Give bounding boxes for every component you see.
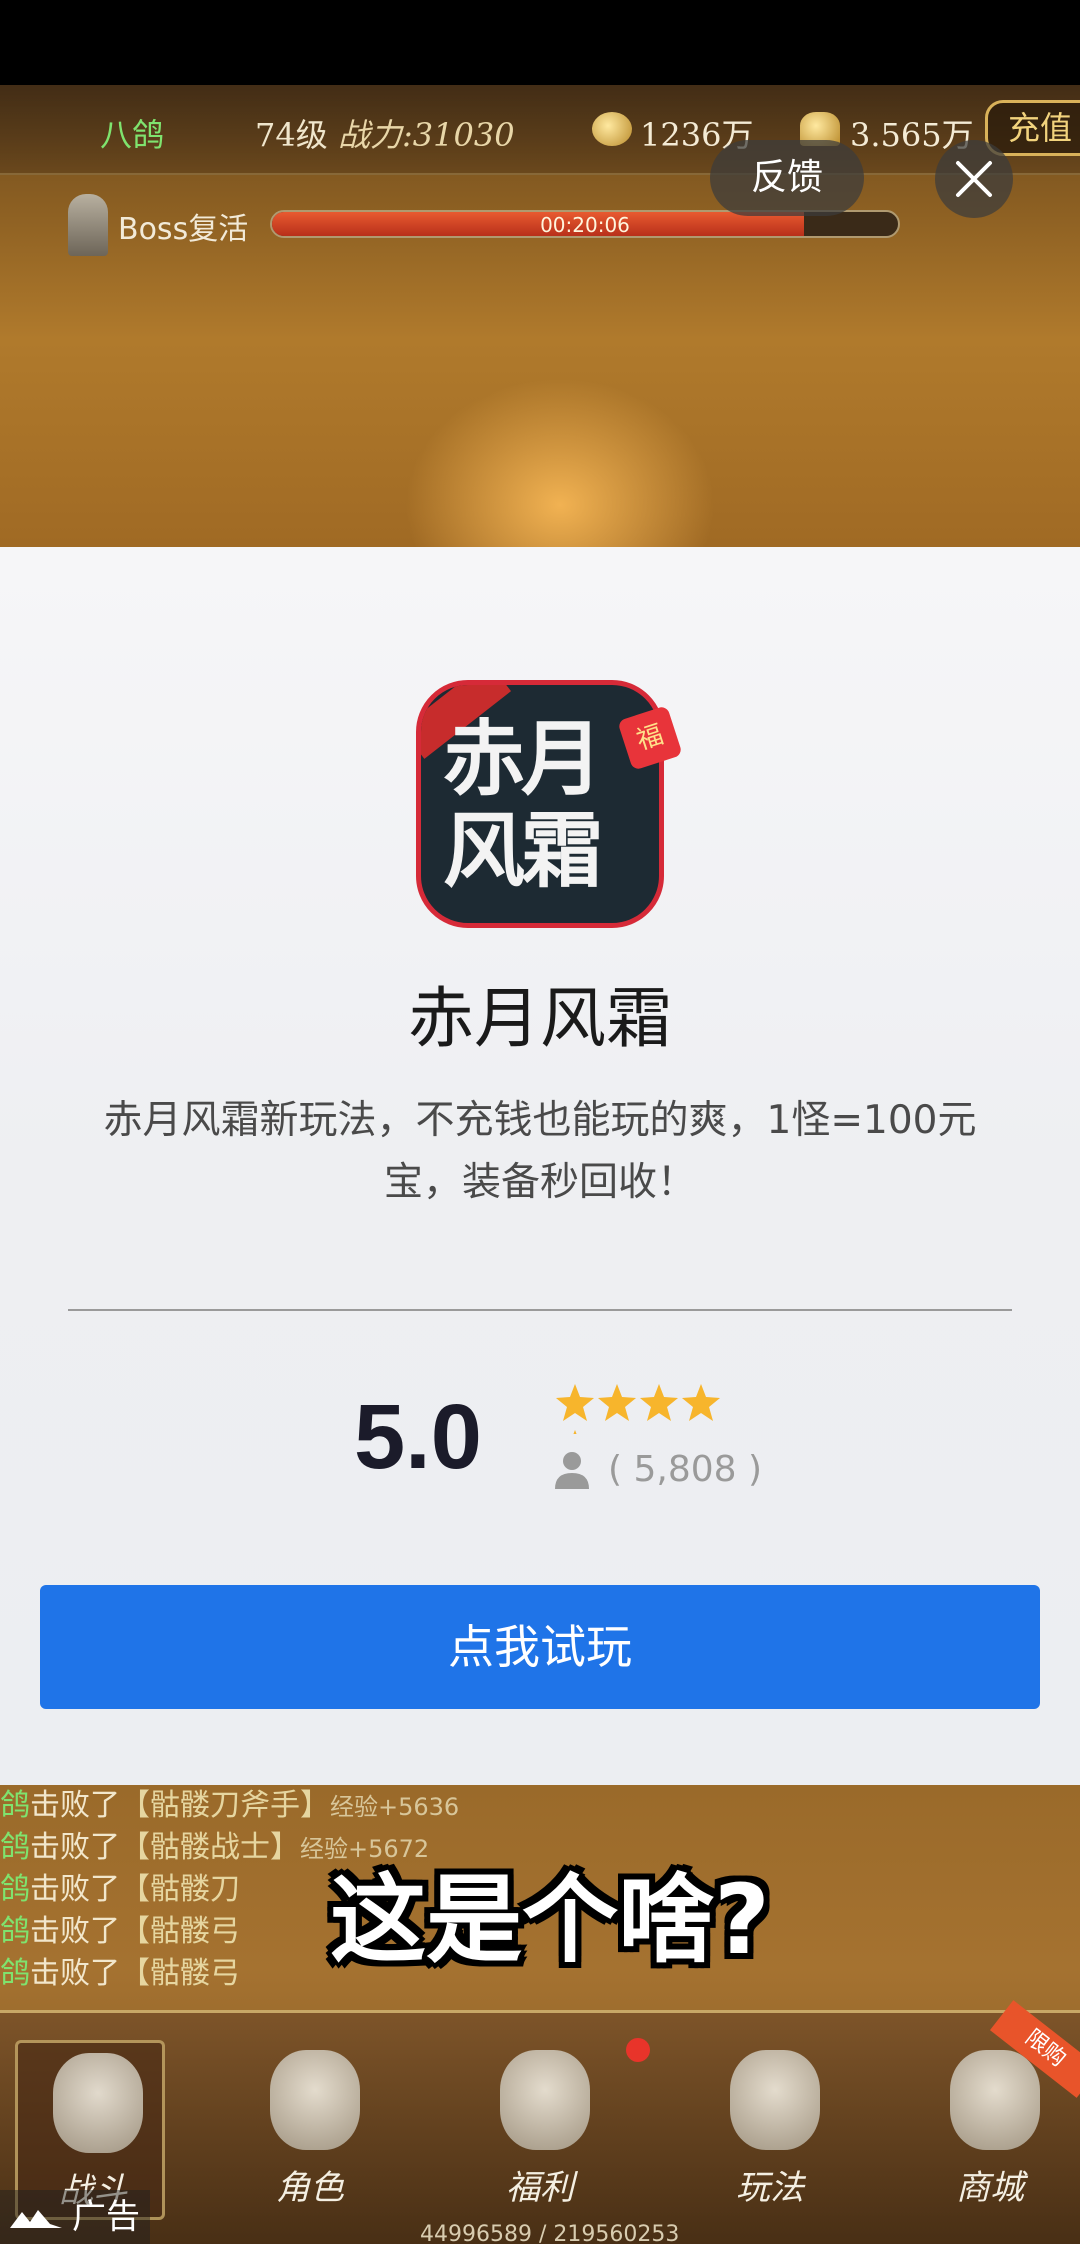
divider: [68, 1309, 1012, 1311]
star-icon: [556, 1384, 594, 1421]
hud-level: 74级: [255, 116, 328, 154]
review-count: ( 5,808 ): [608, 1449, 763, 1490]
log-player: 鸽: [0, 1872, 30, 1907]
log-monster: 【骷髅弓: [120, 1914, 240, 1949]
log-action: 击败了: [30, 1830, 120, 1865]
log-player: 鸽: [0, 1914, 30, 1949]
rating-score: 5.0: [354, 1386, 482, 1488]
ad-platform-icon: [10, 2210, 62, 2228]
log-exp: 经验+5636: [330, 1793, 460, 1821]
nav-item-1[interactable]: 角色: [235, 2040, 385, 2220]
log-action: 击败了: [30, 1956, 120, 1991]
log-action: 击败了: [30, 1788, 120, 1823]
log-action: 击败了: [30, 1914, 120, 1949]
rating-stars: [554, 1382, 760, 1434]
coin-icon: [592, 112, 632, 146]
app-name: 赤月风霜: [408, 980, 672, 1057]
hud-power: 战力:31030: [338, 116, 515, 154]
status-bar: [0, 0, 1080, 85]
scroll-icon: [730, 2050, 820, 2150]
recharge-button[interactable]: 充值: [985, 100, 1080, 156]
star-icon: [682, 1384, 720, 1421]
star-icon: [573, 1430, 577, 1434]
battle-log-line: 鸽击败了【骷髅刀斧手】经验+5636: [0, 1785, 560, 1827]
star-icon: [598, 1384, 636, 1421]
user-icon: [555, 1452, 589, 1489]
shop-icon: [950, 2050, 1040, 2150]
nav-label: 商城: [956, 2168, 1024, 2208]
meme-caption: 这是个啥?: [330, 1864, 770, 1976]
app-icon-text: 赤月风霜: [443, 711, 603, 899]
feedback-button[interactable]: 反馈: [710, 140, 864, 216]
log-monster: 【骷髅刀斧手】: [120, 1788, 330, 1823]
log-exp: 经验+5672: [300, 1835, 430, 1863]
star-icon: [640, 1384, 678, 1421]
nav-item-2[interactable]: 福利: [465, 2040, 615, 2220]
lucky-bag-icon: [500, 2050, 590, 2150]
nav-label: 玩法: [736, 2168, 804, 2208]
character-icon: [270, 2050, 360, 2150]
close-button[interactable]: [935, 140, 1013, 218]
notification-dot: [626, 2038, 650, 2062]
log-player: 鸽: [0, 1956, 30, 1991]
boss-label: Boss复活: [118, 212, 249, 247]
nav-label: 角色: [276, 2168, 344, 2208]
try-play-button[interactable]: 点我试玩: [40, 1585, 1040, 1709]
close-icon: [956, 161, 992, 197]
ticker-text: 44996589 / 219560253: [420, 2222, 680, 2244]
app-description: 赤月风霜新玩法，不充钱也能玩的爽，1怪=100元宝，装备秒回收！: [103, 1098, 977, 1205]
nav-item-3[interactable]: 玩法: [695, 2040, 845, 2220]
log-monster: 【骷髅弓: [120, 1956, 240, 1991]
log-action: 击败了: [30, 1872, 120, 1907]
nav-label: 福利: [506, 2168, 574, 2208]
log-player: 鸽: [0, 1788, 30, 1823]
log-monster: 【骷髅刀: [120, 1872, 240, 1907]
crossed-swords-icon: [53, 2053, 143, 2153]
tombstone-icon: [68, 194, 108, 256]
log-player: 鸽: [0, 1830, 30, 1865]
hud-player-name: 八鸽: [100, 116, 165, 154]
